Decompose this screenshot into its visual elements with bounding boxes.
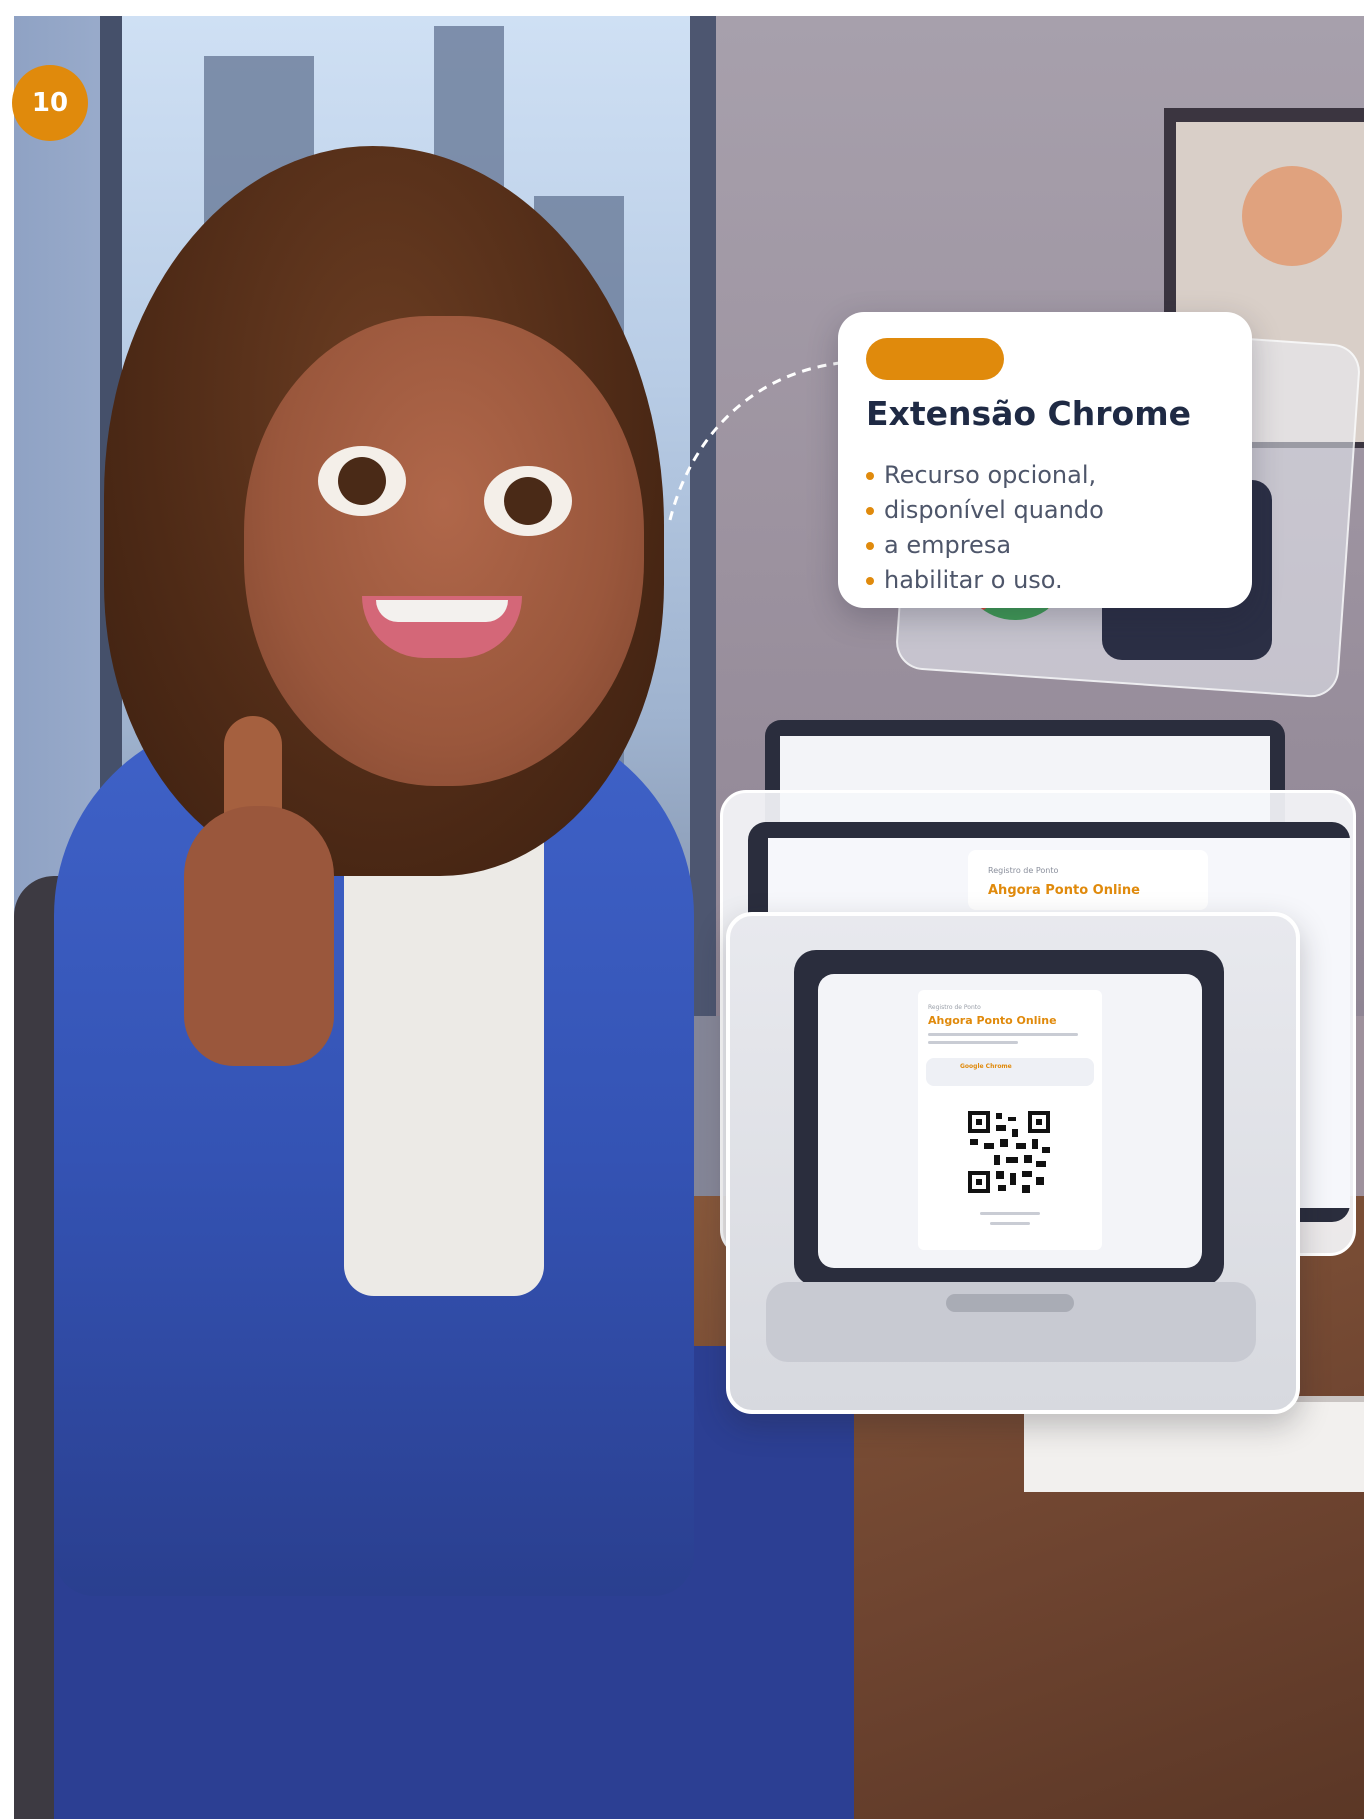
callout-list: Recurso opcional, disponível quando a em…: [866, 458, 1104, 598]
qr-code-icon: [966, 1109, 1052, 1195]
teeth: [376, 600, 508, 622]
text-line: [990, 1222, 1030, 1225]
list-item-text: habilitar o uso.: [884, 566, 1063, 594]
step-badge: 10: [12, 65, 88, 141]
right-eye: [484, 466, 572, 536]
list-item: habilitar o uso.: [866, 563, 1104, 598]
list-item-text: disponível quando: [884, 496, 1104, 524]
bullet-icon: [866, 471, 874, 480]
middle-page-subtitle: Registro de Ponto: [988, 866, 1059, 875]
wall-art-sun: [1242, 166, 1342, 266]
list-item: disponível quando: [866, 493, 1104, 528]
list-item: Recurso opcional,: [866, 458, 1104, 493]
left-eye: [318, 446, 406, 516]
bullet-icon: [866, 541, 874, 550]
chrome-option-label: Google Chrome: [960, 1063, 1012, 1070]
text-line: [980, 1212, 1040, 1215]
middle-page-card: [968, 850, 1208, 910]
face: [244, 316, 644, 786]
dashed-connector: [668, 360, 851, 521]
list-item-text: a empresa: [884, 531, 1012, 559]
text-line: [928, 1041, 1018, 1044]
accent-pill: [866, 338, 1004, 380]
front-page-title: Ahgora Ponto Online: [928, 1014, 1057, 1027]
text-line: [928, 1033, 1078, 1036]
bullet-icon: [866, 576, 874, 585]
front-page-subtitle: Registro de Ponto: [928, 1004, 981, 1011]
list-item-text: Recurso opcional,: [884, 461, 1097, 489]
middle-page-title: Ahgora Ponto Online: [988, 883, 1140, 898]
thumbs-up-hand: [184, 806, 334, 1066]
trackpad: [946, 1294, 1074, 1312]
list-item: a empresa: [866, 528, 1104, 563]
extension-callout-card: Extensão Chrome Recurso opcional, dispon…: [838, 312, 1252, 608]
bullet-icon: [866, 506, 874, 515]
callout-title: Extensão Chrome: [866, 394, 1191, 433]
